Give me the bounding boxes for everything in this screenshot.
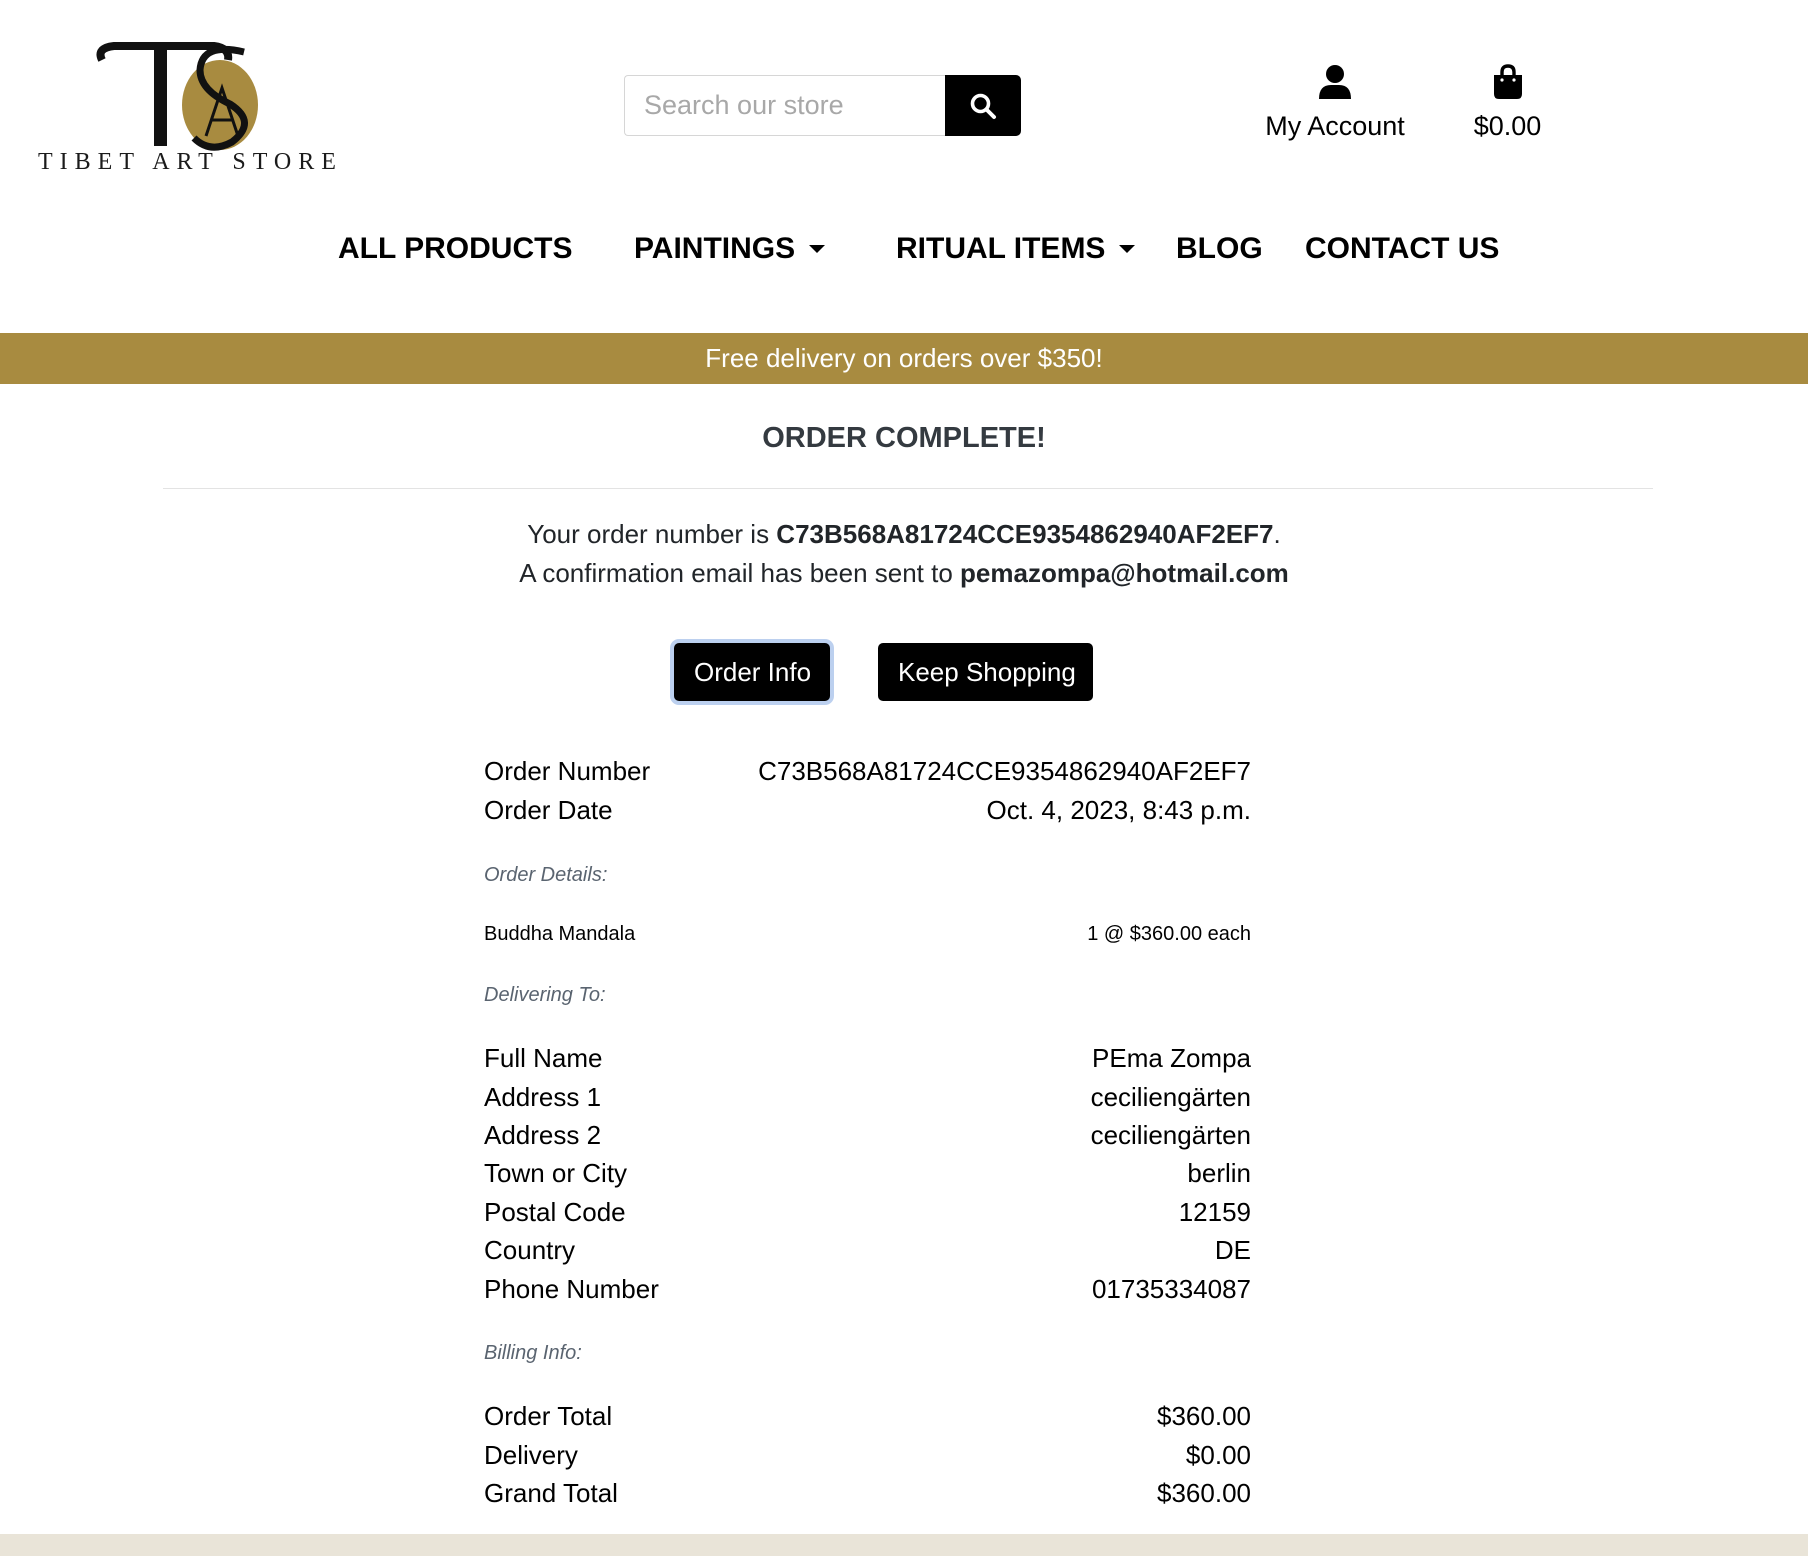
delivery-row-postal-code: Postal Code 12159 xyxy=(484,1197,1251,1228)
caret-down-icon xyxy=(1119,245,1136,253)
caret-down-icon xyxy=(809,245,826,253)
delivery-row-country: Country DE xyxy=(484,1235,1251,1266)
nav-label: BLOG xyxy=(1176,232,1263,265)
row-value: $360.00 xyxy=(1157,1401,1251,1431)
search-form xyxy=(624,75,1021,136)
message-prefix: A confirmation email has been sent to xyxy=(519,558,961,588)
item-qty-price: 1 @ $360.00 each xyxy=(1087,923,1251,945)
nav-label: RITUAL ITEMS xyxy=(896,232,1106,265)
nav-item-contact-us[interactable]: CONTACT US xyxy=(1305,232,1499,266)
divider xyxy=(163,488,1653,489)
row-value: C73B568A81724CCE9354862940AF2EF7 xyxy=(758,756,1251,786)
message-email: pemazompa@hotmail.com xyxy=(960,558,1289,588)
order-item-row: Buddha Mandala 1 @ $360.00 each xyxy=(484,923,1251,946)
free-delivery-banner: Free delivery on orders over $350! xyxy=(0,333,1808,384)
row-label: Postal Code xyxy=(484,1197,626,1227)
row-label: Delivery xyxy=(484,1440,578,1470)
nav-label: ALL PRODUCTS xyxy=(338,232,573,265)
row-label: Order Number xyxy=(484,756,651,786)
row-value: ceciliengärten xyxy=(1090,1120,1251,1150)
confirmation-email-message: A confirmation email has been sent to pe… xyxy=(0,558,1808,589)
shopping-bag-icon xyxy=(1493,64,1522,99)
banner-text: Free delivery on orders over $350! xyxy=(705,343,1103,373)
logo-text: TIBET ART STORE xyxy=(38,149,343,175)
billing-row-grand-total: Grand Total $360.00 xyxy=(484,1478,1251,1509)
delivery-row-phone: Phone Number 01735334087 xyxy=(484,1274,1251,1305)
order-info-button[interactable]: Order Info xyxy=(674,643,830,701)
row-value: $0.00 xyxy=(1185,1440,1251,1470)
row-value: $360.00 xyxy=(1157,1478,1251,1508)
row-label: Full Name xyxy=(484,1043,603,1073)
row-label: Phone Number xyxy=(484,1274,659,1304)
order-details-heading: Order Details: xyxy=(484,864,608,886)
nav-item-all-products[interactable]: ALL PRODUCTS xyxy=(338,232,572,266)
row-label: Country xyxy=(484,1235,576,1265)
account-label: My Account xyxy=(1265,111,1405,141)
billing-info-heading: Billing Info: xyxy=(484,1342,582,1364)
cart-total: $0.00 xyxy=(1473,111,1542,141)
delivery-row-address-2: Address 2 ceciliengärten xyxy=(484,1120,1251,1151)
row-value: berlin xyxy=(1187,1158,1251,1188)
nav-item-ritual-items[interactable]: RITUAL ITEMS xyxy=(896,232,1136,266)
billing-row-order-total: Order Total $360.00 xyxy=(484,1401,1251,1432)
keep-shopping-button[interactable]: Keep Shopping xyxy=(878,643,1093,701)
row-label: Address 2 xyxy=(484,1120,602,1150)
search-icon xyxy=(970,93,996,119)
row-label: Town or City xyxy=(484,1158,628,1188)
row-value: 12159 xyxy=(1178,1197,1251,1227)
main-nav: ALL PRODUCTS PAINTINGS RITUAL ITEMS BLOG… xyxy=(0,232,1808,278)
row-label: Order Total xyxy=(484,1401,613,1431)
nav-label: PAINTINGS xyxy=(634,232,796,265)
message-suffix: . xyxy=(1273,519,1281,549)
search-input[interactable] xyxy=(624,75,945,136)
row-value: DE xyxy=(1214,1235,1251,1265)
row-value: PEma Zompa xyxy=(1092,1043,1251,1073)
nav-item-blog[interactable]: BLOG xyxy=(1176,232,1263,266)
row-label: Address 1 xyxy=(484,1082,602,1112)
cart-link[interactable]: $0.00 xyxy=(1455,64,1560,142)
footer-edge xyxy=(0,1534,1808,1556)
delivering-to-heading: Delivering To: xyxy=(484,984,606,1006)
search-button[interactable] xyxy=(945,75,1021,136)
page: TIBET ART STORE My Account $0.00 xyxy=(0,0,1808,1556)
billing-row-delivery: Delivery $0.00 xyxy=(484,1440,1251,1471)
row-value: ceciliengärten xyxy=(1090,1082,1251,1112)
delivery-row-full-name: Full Name PEma Zompa xyxy=(484,1043,1251,1074)
tas-monogram-icon xyxy=(96,42,258,151)
order-date-row: Order Date Oct. 4, 2023, 8:43 p.m. xyxy=(484,795,1251,826)
message-order-number: C73B568A81724CCE9354862940AF2EF7 xyxy=(776,519,1274,549)
nav-item-paintings[interactable]: PAINTINGS xyxy=(634,232,826,266)
delivery-row-town: Town or City berlin xyxy=(484,1158,1251,1189)
row-value: Oct. 4, 2023, 8:43 p.m. xyxy=(986,795,1251,825)
row-value: 01735334087 xyxy=(1091,1274,1251,1304)
user-icon xyxy=(1319,65,1351,99)
order-number-row: Order Number C73B568A81724CCE9354862940A… xyxy=(484,756,1251,787)
store-logo[interactable]: TIBET ART STORE xyxy=(34,38,336,178)
row-label: Grand Total xyxy=(484,1478,618,1508)
order-number-message: Your order number is C73B568A81724CCE935… xyxy=(0,519,1808,550)
page-title: ORDER COMPLETE! xyxy=(762,422,1046,454)
my-account-link[interactable]: My Account xyxy=(1255,64,1415,142)
delivery-row-address-1: Address 1 ceciliengärten xyxy=(484,1082,1251,1113)
message-prefix: Your order number is xyxy=(527,519,777,549)
item-name: Buddha Mandala xyxy=(484,923,636,945)
row-label: Order Date xyxy=(484,795,613,825)
nav-label: CONTACT US xyxy=(1305,232,1500,265)
